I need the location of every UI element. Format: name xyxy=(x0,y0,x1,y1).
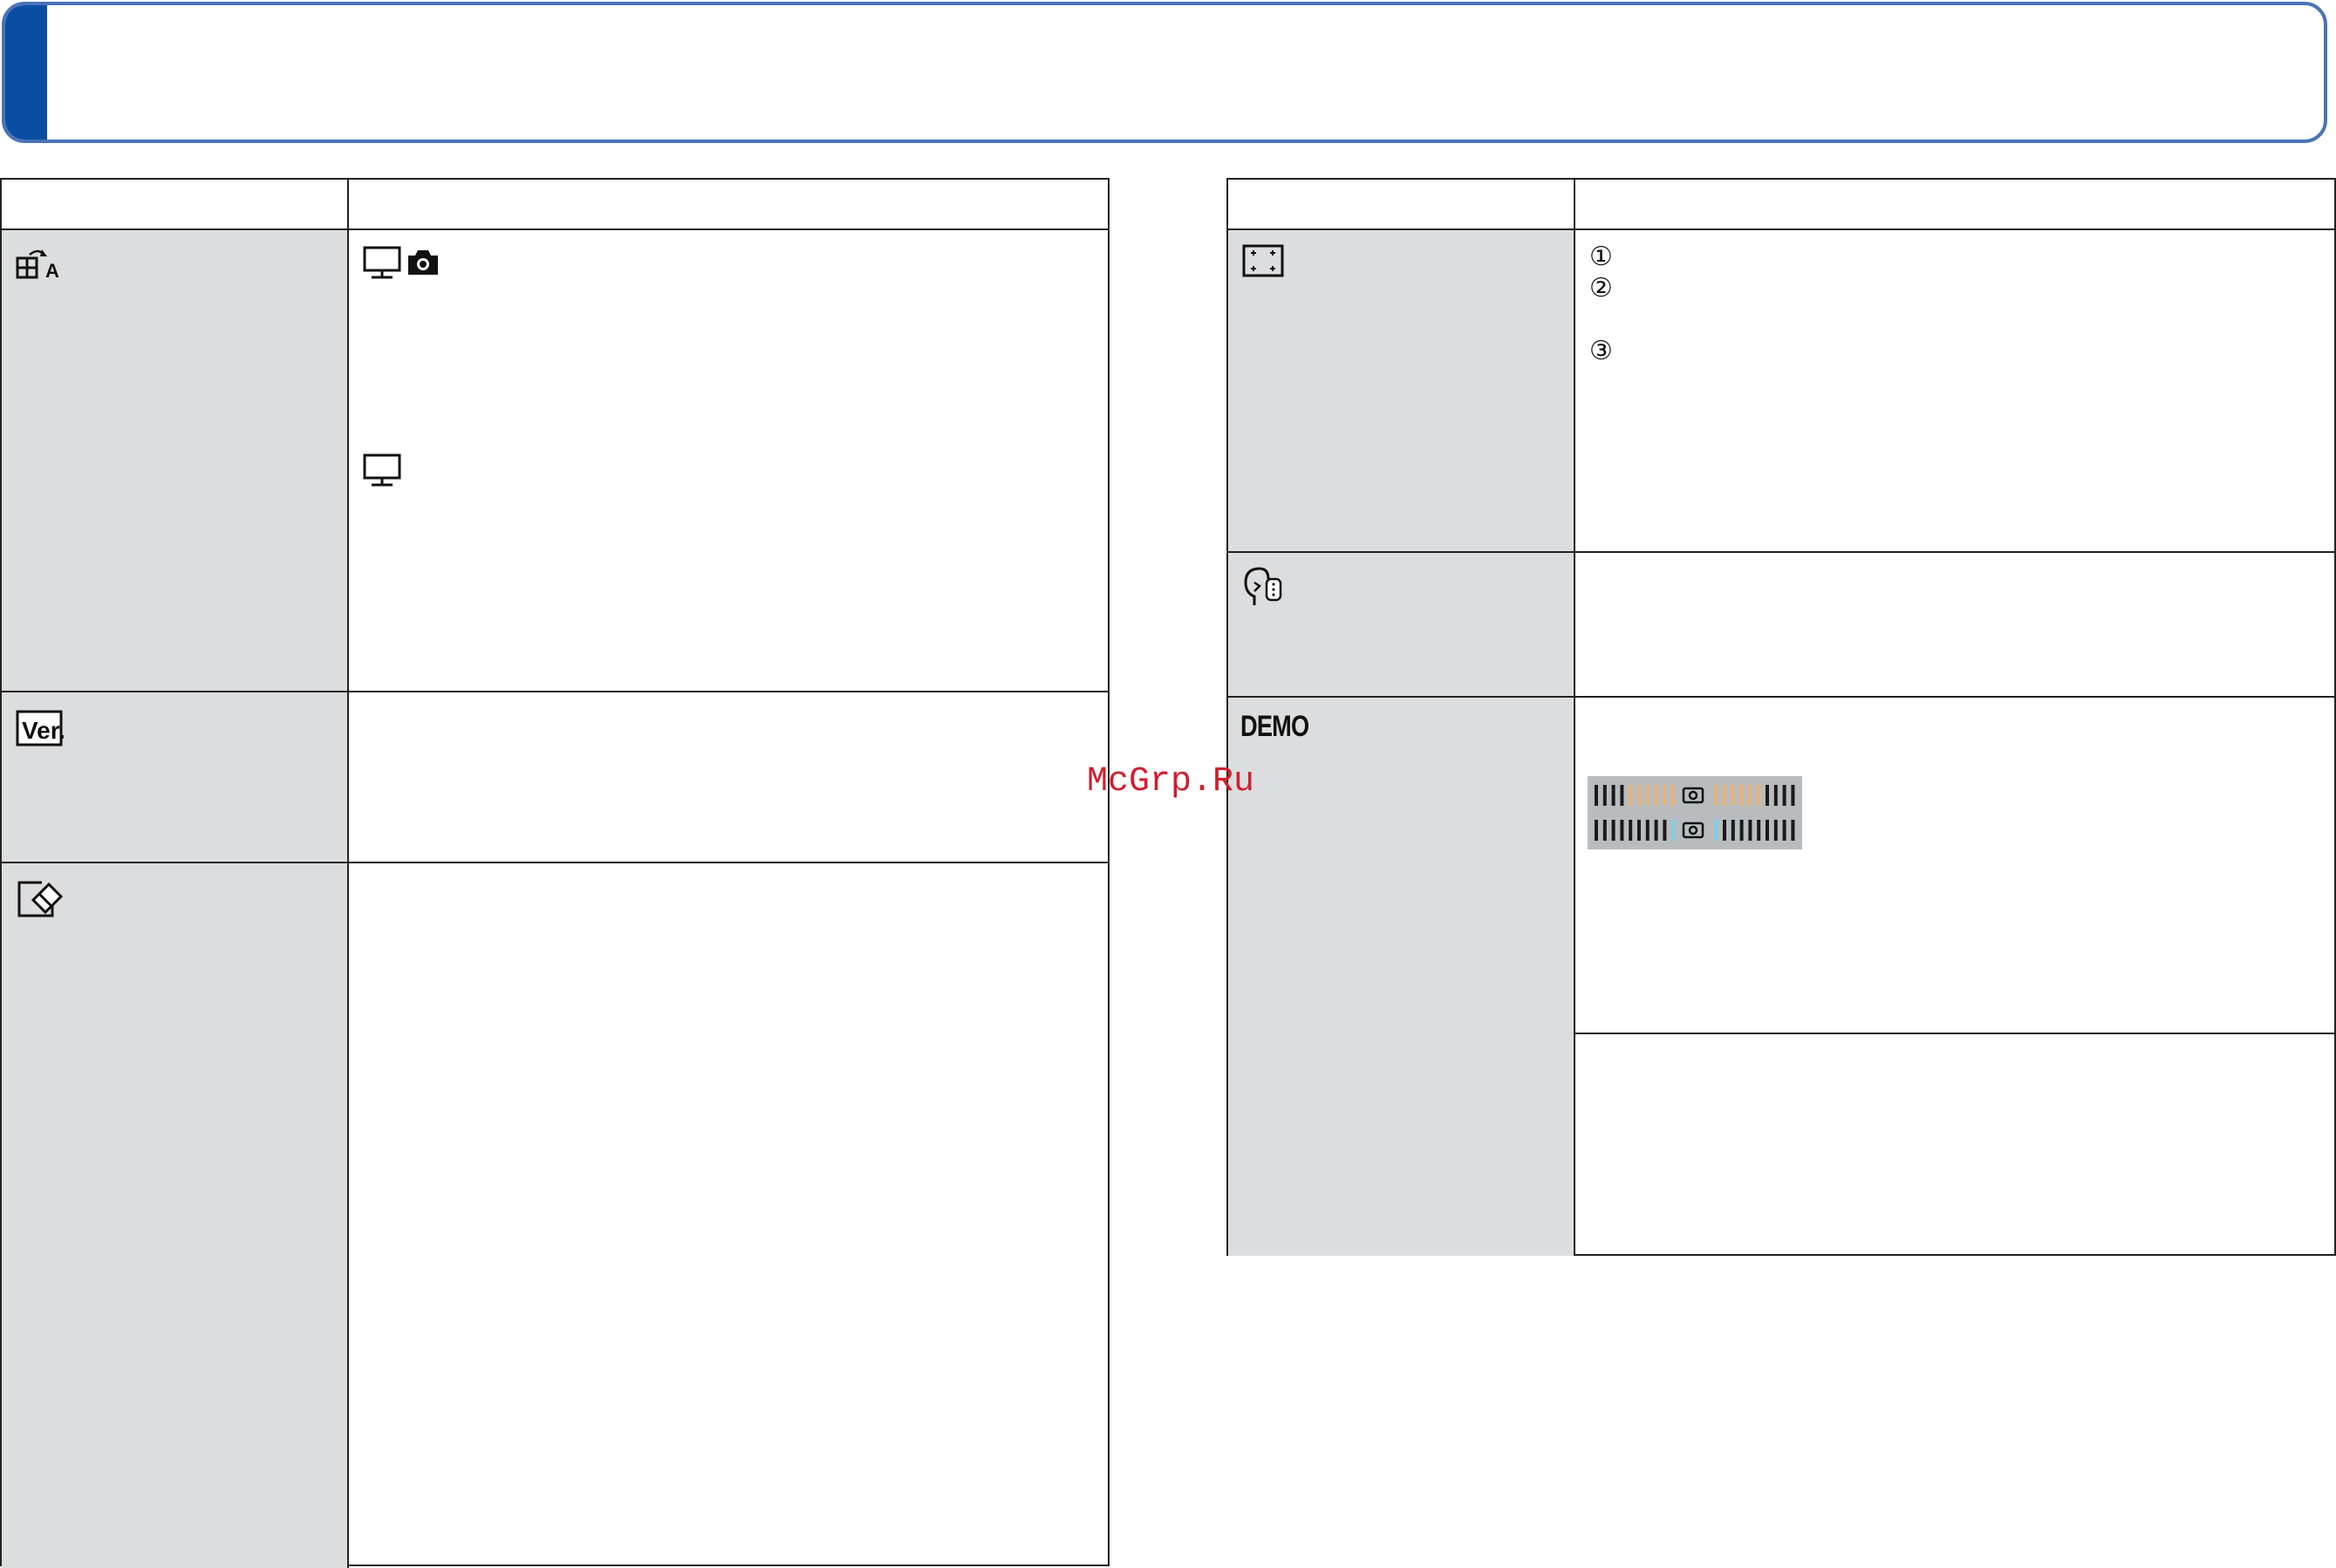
right-settings-table: ① ② ③ DEMO xyxy=(1226,178,2336,1256)
step-2-marker: ② xyxy=(1589,273,1613,303)
af-bar-top xyxy=(1782,785,1786,806)
af-bar-bottom xyxy=(1723,820,1726,841)
af-bar-bottom xyxy=(1731,820,1735,841)
svg-text:Ver.: Ver. xyxy=(22,717,65,744)
version-display-icon: Ver. xyxy=(16,710,65,747)
monitor-adjust-icon xyxy=(1242,244,1284,277)
af-bar-top xyxy=(1766,785,1769,806)
af-bar-bottom xyxy=(1766,820,1769,841)
camera-icon xyxy=(408,250,438,275)
af-bar-top xyxy=(1611,785,1615,806)
af-bar-bottom xyxy=(1595,820,1598,841)
right-row-divider-2 xyxy=(1228,696,2336,698)
step-3-marker: ③ xyxy=(1589,336,1613,366)
right-header-divider xyxy=(1228,228,2336,230)
face-sound-icon xyxy=(1244,567,1282,605)
af-bar-bottom xyxy=(1748,820,1752,841)
page-header-banner xyxy=(2,2,2327,143)
af-bar-top xyxy=(1791,785,1795,806)
af-bar-bottom xyxy=(1629,820,1633,841)
monitor-icon xyxy=(363,453,401,487)
af-bar-bottom xyxy=(1671,820,1676,841)
af-bar-bottom xyxy=(1663,820,1667,841)
af-bar-bottom xyxy=(1757,820,1761,841)
af-bar-top xyxy=(1773,785,1778,806)
monitor-camera-icon xyxy=(363,246,401,279)
af-bar-top xyxy=(1671,785,1676,806)
af-bar-bottom xyxy=(1654,820,1658,841)
af-bar-top xyxy=(1731,785,1735,806)
af-bar-top xyxy=(1663,785,1667,806)
step-1-marker: ① xyxy=(1589,242,1613,272)
left-column-divider xyxy=(347,180,349,1568)
af-bar-top xyxy=(1757,785,1761,806)
af-bar-bottom xyxy=(1773,820,1778,841)
af-bar-top xyxy=(1645,785,1650,806)
af-bar-bottom xyxy=(1637,820,1641,841)
af-bar-top xyxy=(1739,785,1744,806)
af-bar-bottom xyxy=(1739,820,1744,841)
format-eraser-icon xyxy=(17,881,64,917)
auto-rotate-icon: A xyxy=(16,249,59,282)
af-bar-bottom xyxy=(1791,820,1795,841)
af-bar-bottom xyxy=(1714,820,1718,841)
left-settings-table: A Ver. xyxy=(0,178,1110,1568)
af-bar-top xyxy=(1602,785,1607,806)
watermark-text: McGrp.Ru xyxy=(1087,762,1255,801)
left-row-divider-1 xyxy=(2,691,1110,692)
af-bar-top xyxy=(1620,785,1624,806)
af-bar-bottom xyxy=(1620,820,1624,841)
af-bar-top xyxy=(1637,785,1641,806)
af-bar-bottom xyxy=(1611,820,1615,841)
af-bar-top xyxy=(1714,785,1718,806)
af-bar-top xyxy=(1723,785,1726,806)
af-bar-top xyxy=(1629,785,1633,806)
af-demo-bars-image xyxy=(1588,776,1802,849)
left-header-divider xyxy=(2,228,1110,230)
left-row-divider-2 xyxy=(2,862,1110,863)
right-subrow-divider xyxy=(1574,1033,2336,1034)
af-bar-bottom xyxy=(1602,820,1607,841)
right-column-divider xyxy=(1574,180,1575,1256)
demo-label: DEMO xyxy=(1240,710,1309,743)
af-bar-top xyxy=(1748,785,1752,806)
af-bar-bottom xyxy=(1782,820,1786,841)
af-bar-top xyxy=(1595,785,1598,806)
header-accent-bar xyxy=(5,5,47,140)
af-bar-bottom xyxy=(1645,820,1650,841)
af-bar-top xyxy=(1654,785,1658,806)
svg-text:A: A xyxy=(45,260,59,282)
right-row-divider-1 xyxy=(1228,551,2336,553)
